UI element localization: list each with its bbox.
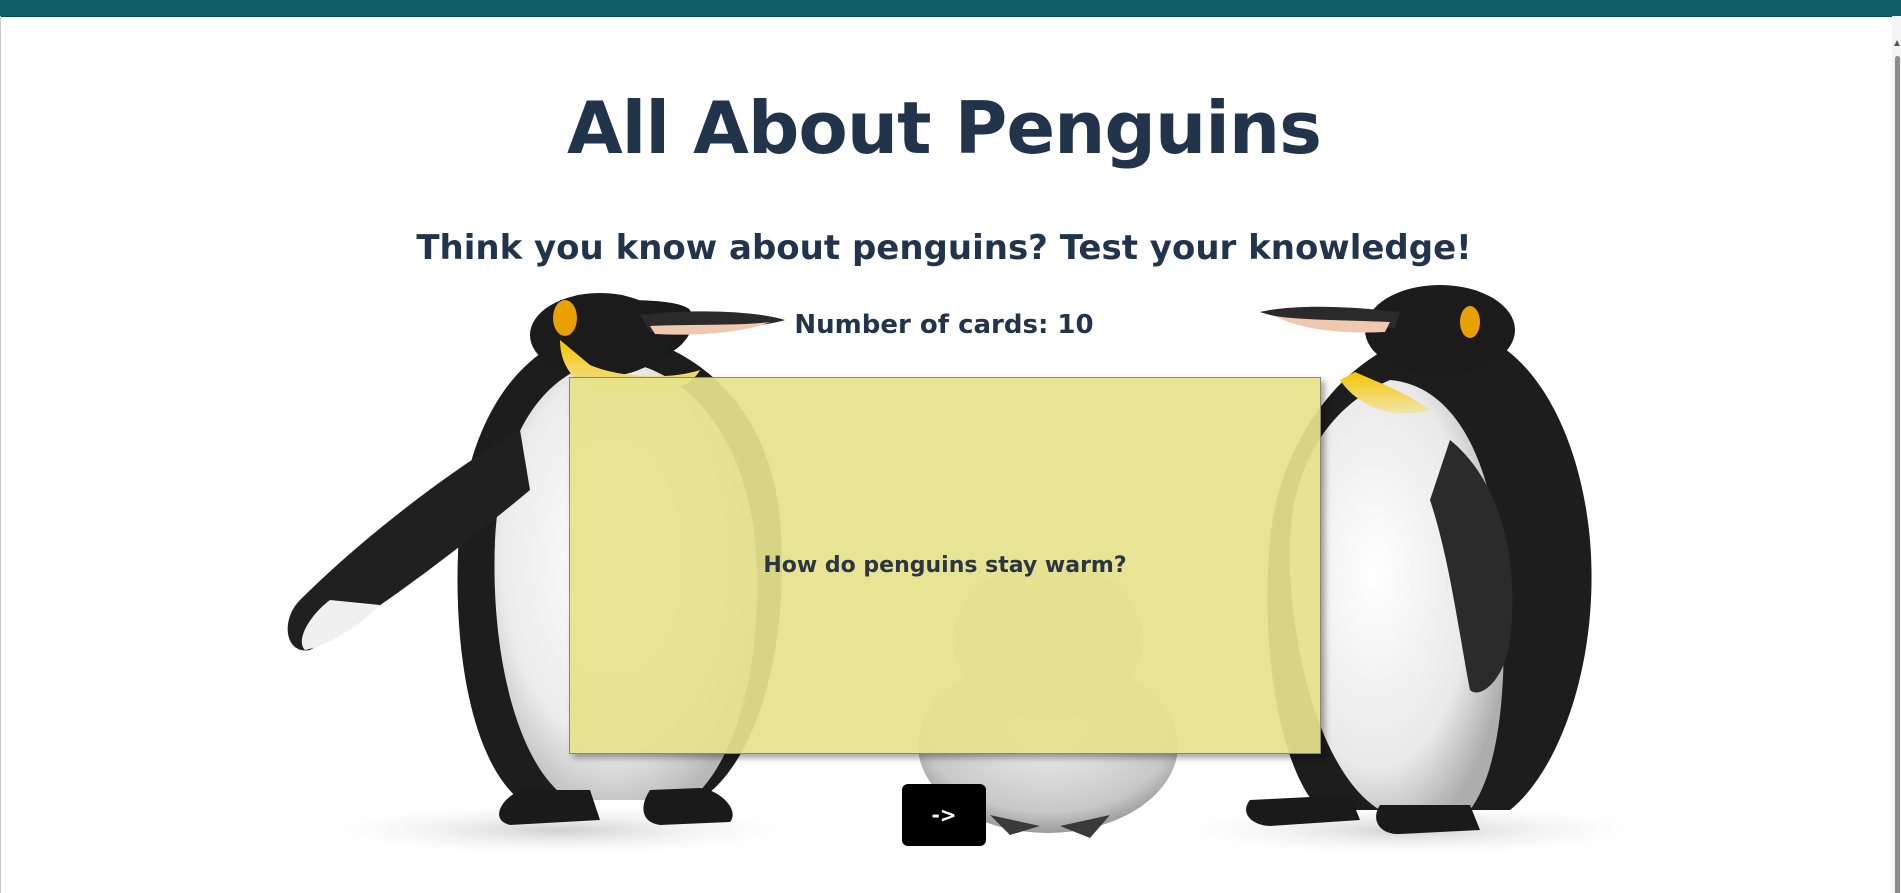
card-count-label: Number of cards: 10: [794, 310, 1094, 340]
page-subtitle: Think you know about penguins? Test your…: [416, 228, 1472, 268]
page-title: All About Penguins: [566, 86, 1322, 170]
scrollbar-thumb[interactable]: [1895, 56, 1900, 893]
vertical-scrollbar[interactable]: [1892, 16, 1901, 893]
scroll-up-arrow-icon[interactable]: [1894, 40, 1900, 46]
next-card-button[interactable]: ->: [902, 784, 986, 846]
flashcard-question: How do penguins stay warm?: [763, 553, 1127, 578]
flashcard[interactable]: How do penguins stay warm?: [569, 377, 1321, 754]
flashcard-page: All About Penguins Think you know about …: [0, 0, 1901, 893]
